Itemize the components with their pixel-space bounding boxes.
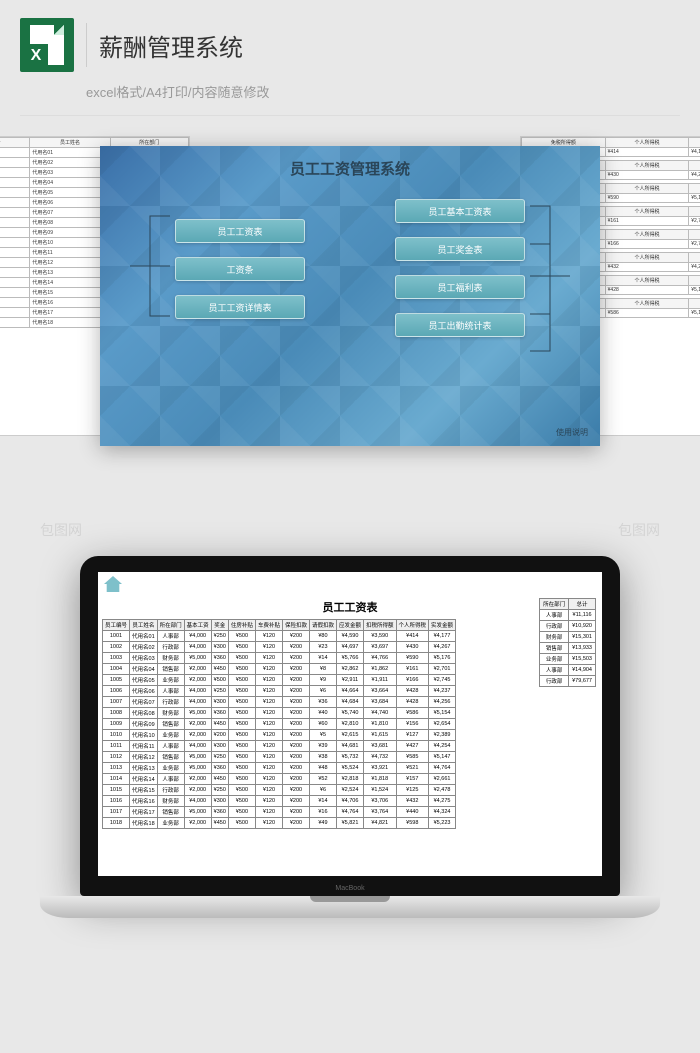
sheet-title: 员工工资表 <box>98 597 602 617</box>
subtitle: excel格式/A4打印/内容随意修改 <box>0 82 700 111</box>
system-panel: 员工工资管理系统 员工工资表工资条员工工资详情表 员工基本工资表员工奖金表员工福… <box>100 146 600 446</box>
salary-table: 员工编号员工姓名所在部门基本工资奖金住房补贴车费补贴保险扣款请假扣款应发金额扣税… <box>102 619 456 829</box>
use-label: 使用说明 <box>556 427 588 438</box>
nav-node[interactable]: 员工奖金表 <box>395 237 525 261</box>
laptop: 员工工资表 员工编号员工姓名所在部门基本工资奖金住房补贴车费补贴保险扣款请假扣款… <box>40 556 660 918</box>
laptop-label: MacBook <box>335 885 364 892</box>
nav-node[interactable]: 员工出勤统计表 <box>395 313 525 337</box>
hr <box>20 115 680 116</box>
preview-area: 员工编号员工姓名所在部门1001代用名01人事部1002代用名02行政部1003… <box>0 136 700 496</box>
nav-node[interactable]: 员工工资详情表 <box>175 295 305 319</box>
page-header: X 薪酬管理系统 <box>0 0 700 82</box>
nav-node[interactable]: 员工工资表 <box>175 219 305 243</box>
watermark: 包图网 <box>618 520 660 540</box>
watermark: 包图网 <box>40 520 82 540</box>
divider <box>86 23 87 67</box>
excel-icon: X <box>20 18 74 72</box>
nav-node[interactable]: 员工基本工资表 <box>395 199 525 223</box>
panel-title: 员工工资管理系统 <box>100 146 600 199</box>
home-icon[interactable] <box>104 576 122 592</box>
laptop-base <box>40 896 660 918</box>
nav-node[interactable]: 工资条 <box>175 257 305 281</box>
nav-node[interactable]: 员工福利表 <box>395 275 525 299</box>
summary-table: 所在部门总计人事部¥11,116行政部¥10,920财务部¥15,301销售部¥… <box>539 598 596 687</box>
page-title: 薪酬管理系统 <box>99 28 243 63</box>
